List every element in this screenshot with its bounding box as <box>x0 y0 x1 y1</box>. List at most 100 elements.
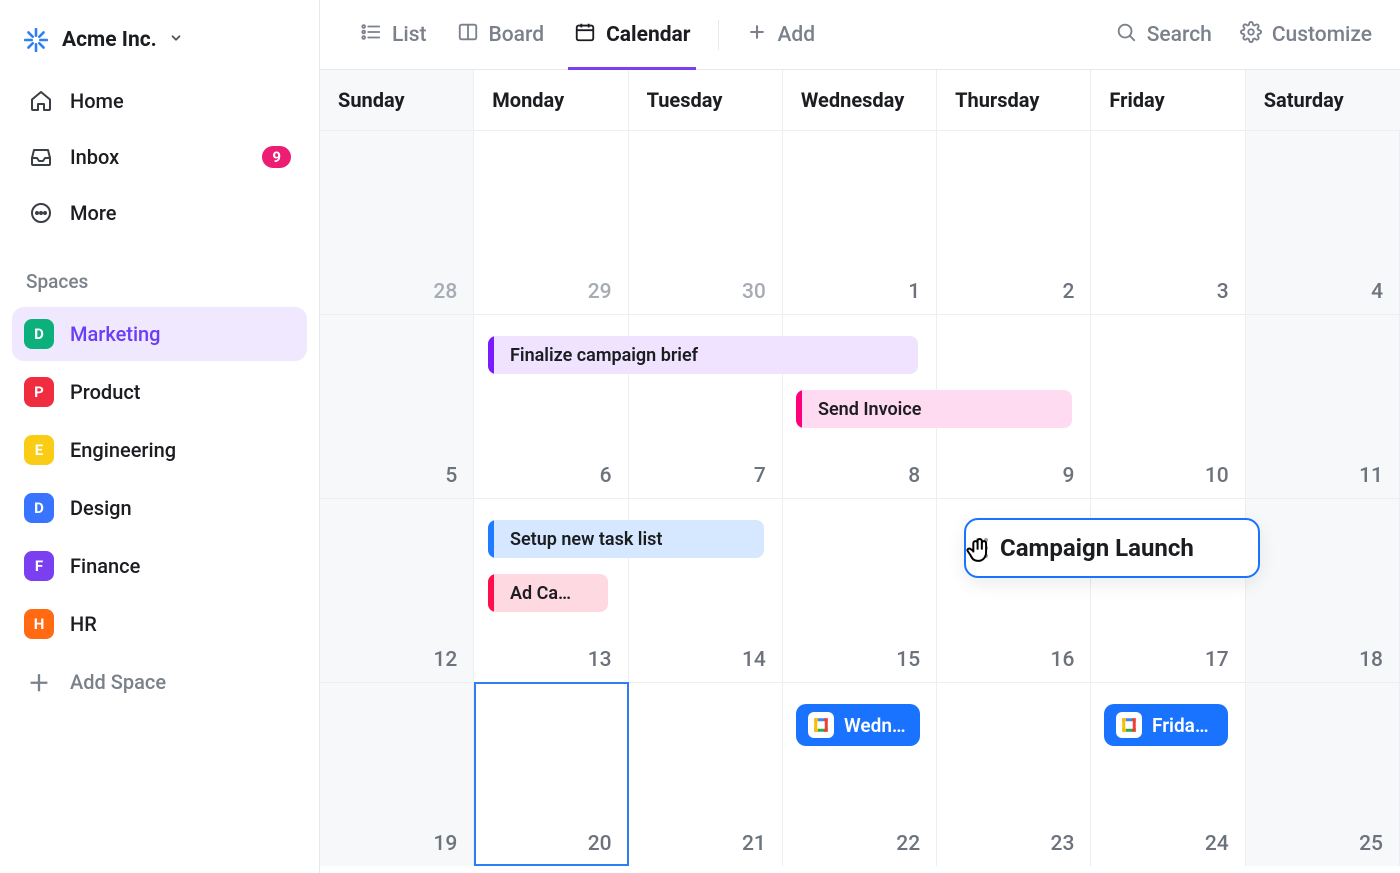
calendar-cell[interactable]: 28 <box>320 130 474 314</box>
inbox-badge: 9 <box>262 146 291 168</box>
calendar-cell[interactable]: 2 <box>937 130 1091 314</box>
date-number: 6 <box>600 464 612 488</box>
space-label: Marketing <box>70 322 161 346</box>
event-google-fri[interactable]: Frida… <box>1104 704 1228 746</box>
space-marketing[interactable]: D Marketing <box>12 307 307 361</box>
calendar-cell[interactable]: 30 <box>629 130 783 314</box>
event-google-wed[interactable]: Wedn… <box>796 704 920 746</box>
space-avatar: D <box>24 493 54 523</box>
view-tab-calendar[interactable]: Calendar <box>562 0 702 69</box>
date-number: 25 <box>1359 832 1383 856</box>
calendar-cell[interactable]: 3 <box>1091 130 1245 314</box>
topbar: List Board Calendar <box>320 0 1400 70</box>
google-calendar-icon <box>1116 712 1142 738</box>
space-avatar: H <box>24 609 54 639</box>
calendar-cell[interactable]: 21 <box>629 682 783 866</box>
spaces-list: D Marketing P Product E Engineering D De… <box>12 307 307 709</box>
plus-icon <box>747 22 767 48</box>
date-number: 28 <box>433 280 457 304</box>
date-number: 9 <box>1062 464 1074 488</box>
primary-nav: Home Inbox 9 More <box>12 76 307 238</box>
calendar-cell[interactable]: 1 <box>783 130 937 314</box>
space-label: Engineering <box>70 438 176 462</box>
date-number: 11 <box>1359 464 1383 488</box>
gear-icon <box>1240 21 1262 49</box>
workspace-switcher[interactable]: Acme Inc. <box>12 18 307 76</box>
calendar-cell[interactable]: 29 <box>474 130 628 314</box>
space-label: Design <box>70 496 132 520</box>
date-number: 23 <box>1051 832 1075 856</box>
day-header-wed: Wednesday <box>783 70 937 130</box>
calendar-cell[interactable]: 12 <box>320 498 474 682</box>
event-label: Frida… <box>1152 714 1209 737</box>
list-icon <box>360 21 382 49</box>
calendar-cell[interactable]: 23 <box>937 682 1091 866</box>
space-hr[interactable]: H HR <box>12 597 307 651</box>
event-label: Send Invoice <box>818 399 921 420</box>
calendar-cell[interactable]: 10 <box>1091 314 1245 498</box>
event-finalize-brief[interactable]: Finalize campaign brief <box>488 336 918 374</box>
date-number: 20 <box>588 832 612 856</box>
date-number: 21 <box>742 832 766 856</box>
date-number: 15 <box>896 648 920 672</box>
search-button[interactable]: Search <box>1115 21 1212 49</box>
more-icon <box>28 200 54 226</box>
space-label: HR <box>70 612 97 636</box>
customize-button[interactable]: Customize <box>1240 21 1372 49</box>
date-number: 10 <box>1205 464 1229 488</box>
nav-inbox[interactable]: Inbox 9 <box>16 132 303 182</box>
date-number: 29 <box>588 280 612 304</box>
google-calendar-icon <box>808 712 834 738</box>
date-number: 13 <box>588 648 612 672</box>
calendar-cell-today[interactable]: 20 <box>474 682 628 866</box>
space-engineering[interactable]: E Engineering <box>12 423 307 477</box>
view-tab-label: Calendar <box>606 23 690 47</box>
event-label: Setup new task list <box>510 529 662 550</box>
day-header-sun: Sunday <box>320 70 474 130</box>
nav-more-label: More <box>70 201 116 225</box>
calendar-cell[interactable]: 4 <box>1246 130 1400 314</box>
nav-more[interactable]: More <box>16 188 303 238</box>
search-label: Search <box>1147 23 1212 47</box>
event-label: Finalize campaign brief <box>510 345 698 366</box>
event-ad-campaign[interactable]: Ad Ca… <box>488 574 608 612</box>
day-header-sat: Saturday <box>1246 70 1400 130</box>
drag-handle-icon[interactable] <box>976 538 988 558</box>
add-view-button[interactable]: Add <box>735 0 827 69</box>
nav-inbox-label: Inbox <box>70 145 119 169</box>
space-product[interactable]: P Product <box>12 365 307 419</box>
board-icon <box>457 21 479 49</box>
calendar-cell[interactable]: 15 <box>783 498 937 682</box>
space-avatar: D <box>24 319 54 349</box>
space-label: Finance <box>70 554 140 578</box>
date-number: 1 <box>908 280 920 304</box>
date-number: 16 <box>1051 648 1075 672</box>
date-number: 12 <box>433 648 457 672</box>
space-finance[interactable]: F Finance <box>12 539 307 593</box>
space-design[interactable]: D Design <box>12 481 307 535</box>
calendar-cell[interactable]: 5 <box>320 314 474 498</box>
date-number: 8 <box>908 464 920 488</box>
view-tab-list[interactable]: List <box>348 0 439 69</box>
date-number: 19 <box>433 832 457 856</box>
calendar-cell[interactable]: 18 <box>1246 498 1400 682</box>
event-setup-task-list[interactable]: Setup new task list <box>488 520 764 558</box>
space-avatar: P <box>24 377 54 407</box>
view-tab-board[interactable]: Board <box>445 0 557 69</box>
calendar-header-row: Sunday Monday Tuesday Wednesday Thursday… <box>320 70 1400 130</box>
plus-icon: ＋ <box>24 667 54 697</box>
add-space-button[interactable]: ＋ Add Space <box>12 655 307 709</box>
add-view-label: Add <box>777 23 815 47</box>
calendar-cell[interactable]: 19 <box>320 682 474 866</box>
nav-home[interactable]: Home <box>16 76 303 126</box>
calendar-grid: 28 29 30 1 2 3 4 5 6 7 8 9 10 11 12 13 1… <box>320 130 1400 866</box>
calendar-cell[interactable]: 11 <box>1246 314 1400 498</box>
view-tab-label: List <box>392 23 427 47</box>
inbox-icon <box>28 144 54 170</box>
day-header-thu: Thursday <box>937 70 1091 130</box>
calendar-cell[interactable]: 25 <box>1246 682 1400 866</box>
event-send-invoice[interactable]: Send Invoice <box>796 390 1072 428</box>
event-campaign-launch[interactable]: Campaign Launch <box>964 518 1260 578</box>
date-number: 30 <box>742 280 766 304</box>
space-avatar: F <box>24 551 54 581</box>
